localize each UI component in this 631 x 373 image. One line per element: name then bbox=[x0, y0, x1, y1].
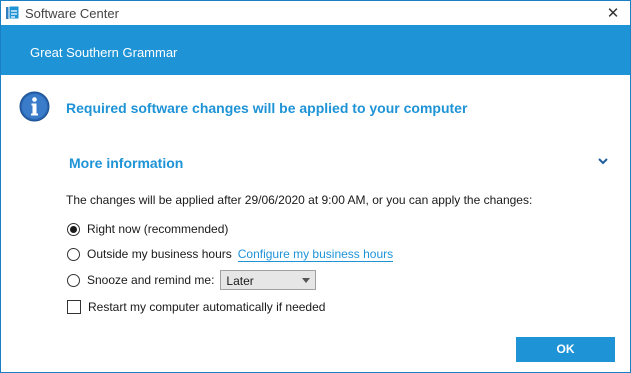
right-now-radio[interactable] bbox=[67, 222, 80, 236]
outside-hours-radio[interactable] bbox=[67, 247, 80, 261]
software-center-icon bbox=[5, 5, 21, 21]
outside-hours-label: Outside my business hours bbox=[87, 247, 232, 261]
snooze-dropdown-value: Later bbox=[226, 274, 254, 288]
option-restart[interactable]: Restart my computer automatically if nee… bbox=[67, 298, 325, 316]
option-right-now[interactable]: Right now (recommended) bbox=[67, 220, 228, 238]
organization-name: Great Southern Grammar bbox=[30, 45, 178, 60]
ok-button[interactable]: OK bbox=[516, 337, 615, 362]
software-center-dialog: Software Center ✕ Great Southern Grammar… bbox=[0, 0, 631, 373]
chevron-down-icon[interactable] bbox=[597, 153, 609, 165]
window-title: Software Center bbox=[25, 6, 119, 21]
more-information-heading[interactable]: More information bbox=[69, 155, 183, 171]
snooze-dropdown[interactable]: Later bbox=[220, 270, 317, 290]
configure-business-hours-link[interactable]: Configure my business hours bbox=[237, 247, 394, 262]
dropdown-arrow-icon bbox=[302, 278, 311, 283]
organization-banner: Great Southern Grammar bbox=[1, 25, 630, 75]
option-outside-hours[interactable]: Outside my business hours Configure my b… bbox=[67, 245, 394, 263]
title-bar[interactable]: Software Center ✕ bbox=[1, 1, 630, 25]
snooze-radio[interactable] bbox=[67, 273, 80, 287]
snooze-label: Snooze and remind me: bbox=[87, 273, 215, 287]
right-now-label: Right now (recommended) bbox=[87, 222, 229, 236]
schedule-notice: The changes will be applied after 29/06/… bbox=[66, 193, 533, 207]
info-icon bbox=[19, 91, 50, 122]
restart-checkbox[interactable] bbox=[67, 300, 81, 314]
restart-label: Restart my computer automatically if nee… bbox=[88, 300, 326, 314]
close-button[interactable]: ✕ bbox=[601, 5, 625, 23]
option-snooze[interactable]: Snooze and remind me: Later bbox=[67, 270, 317, 290]
headline: Required software changes will be applie… bbox=[66, 100, 468, 116]
